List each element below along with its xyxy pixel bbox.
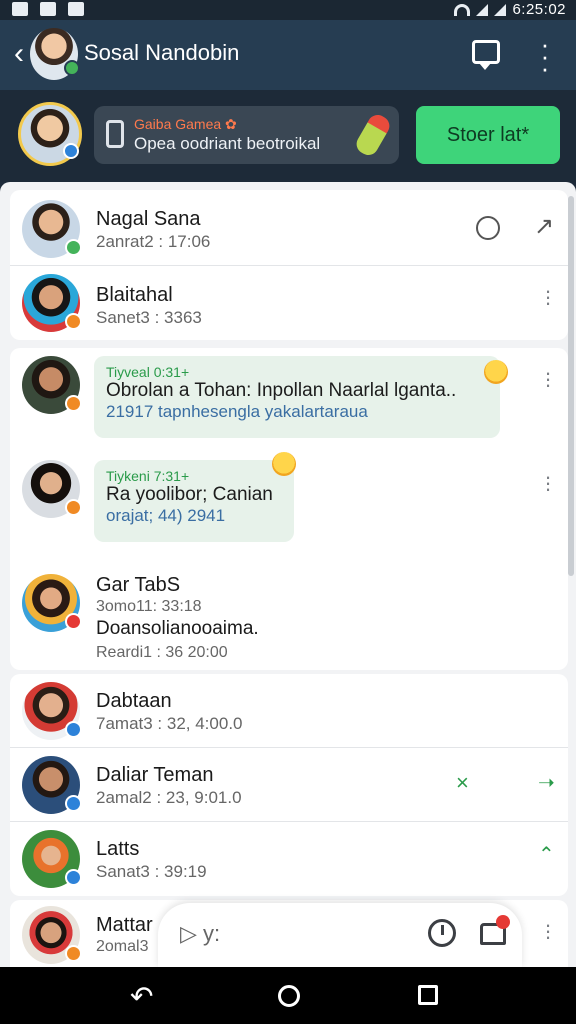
system-nav-bar: ↶	[0, 967, 576, 1024]
status-badge	[65, 313, 82, 330]
status-badge	[65, 499, 82, 516]
avatar	[22, 830, 82, 888]
row-more-icon[interactable]: · · ·	[540, 914, 556, 948]
compose-bar[interactable]: ▷ y:	[158, 903, 522, 967]
message-bubble[interactable]: Tiyveal 0:31+ Obrolan a Tohan: Inpollan …	[94, 356, 500, 438]
contact-meta: 7amat3 : 32, 4:00.0	[96, 714, 243, 733]
contact-row[interactable]: Nagal Sana 2anrat2 : 17:06 ↗	[10, 190, 568, 266]
nav-back-icon[interactable]: ↶	[130, 983, 153, 1011]
party-popper-icon	[352, 111, 394, 159]
app-notification-icon	[40, 2, 56, 16]
dismiss-icon[interactable]: ×	[456, 770, 469, 796]
avatar	[22, 906, 82, 964]
contact-row[interactable]: Dabtaan 7amat3 : 32, 4:00.0	[10, 674, 568, 748]
message-sender: Tiyveal 0:31+	[106, 364, 190, 380]
signal-icon-2	[494, 3, 507, 16]
thread-time: Reardi1 : 36 20:00	[96, 644, 228, 661]
row-more-icon[interactable]: · · ·	[540, 466, 556, 500]
contact-name: Latts	[96, 838, 140, 860]
scrollbar[interactable]	[568, 196, 574, 576]
history-icon[interactable]	[428, 919, 456, 947]
contact-name: Dabtaan	[96, 690, 172, 712]
message-bubble[interactable]: Tiykeni 7:31+ Ra yoolibor; Canian orajat…	[94, 460, 294, 542]
contacts-card: Dabtaan 7amat3 : 32, 4:00.0 Daliar Teman…	[10, 674, 568, 896]
avatar	[22, 460, 82, 518]
more-options-icon[interactable]: · · ·	[536, 31, 554, 81]
app-screen: 6:25:02 ‹ Sosal Nandobin · · · Gaiba Gamea…	[0, 0, 576, 1024]
timer-icon[interactable]	[476, 216, 500, 240]
new-message-icon[interactable]	[472, 40, 500, 70]
avatar	[22, 682, 82, 740]
contact-name: Blaitahal	[96, 284, 173, 306]
emoji-icon	[484, 360, 508, 384]
status-badge	[65, 613, 82, 630]
online-indicator	[64, 60, 80, 76]
avatar	[22, 200, 82, 258]
nav-recents-icon[interactable]	[418, 985, 438, 1005]
thread-meta: 3omo11: 33:18	[96, 598, 202, 615]
promo-card[interactable]: Gaiba Gamea ✿ Opea oodriant beotroikal	[94, 106, 399, 164]
thread-preview: Doansolianooaima.	[96, 618, 259, 639]
promo-avatar[interactable]	[18, 102, 82, 166]
forward-arrow-icon[interactable]: ➝	[538, 770, 555, 795]
start-button[interactable]: Stoer lat*	[416, 106, 560, 164]
contact-row[interactable]: Blaitahal Sanet3 : 3363 · · ·	[10, 266, 568, 340]
wifi-icon	[454, 3, 471, 16]
promo-subtitle: Opea oodriant beotroikal	[134, 134, 321, 153]
row-more-icon[interactable]: · · ·	[540, 362, 556, 396]
contact-meta: 2omal3	[96, 938, 149, 955]
contact-row[interactable]: Latts Sanat3 : 39:19 ⌃	[10, 822, 568, 896]
contact-meta: Sanet3 : 3363	[96, 308, 202, 327]
avatar	[22, 756, 82, 814]
message-sender: Tiykeni 7:31+	[106, 468, 190, 484]
status-badge	[65, 869, 82, 886]
chat-row[interactable]: Tiykeni 7:31+ Ra yoolibor; Canian orajat…	[10, 452, 568, 552]
contact-name: Mattar	[96, 914, 153, 936]
forward-arrow-icon[interactable]: ↗	[534, 212, 554, 241]
contact-meta: 2anrat2 : 17:06	[96, 232, 211, 251]
message-subtext: orajat; 44) 2941	[106, 506, 226, 525]
status-badge	[65, 395, 82, 412]
avatar	[22, 274, 82, 332]
contact-row[interactable]: Daliar Teman 2amal2 : 23, 9:01.0 × ➝	[10, 748, 568, 822]
contacts-card: Nagal Sana 2anrat2 : 17:06 ↗ Blaitahal S…	[10, 190, 568, 340]
page-title: Sosal Nandobin	[84, 40, 240, 65]
message-text: Ra yoolibor; Canian	[106, 484, 273, 505]
status-bar: 6:25:02	[0, 0, 576, 20]
chat-row[interactable]: Tiyveal 0:31+ Obrolan a Tohan: Inpollan …	[10, 348, 568, 448]
promo-kicker: Gaiba Gamea ✿	[134, 116, 237, 132]
contact-name: Daliar Teman	[96, 764, 214, 786]
avatar	[22, 574, 82, 632]
row-more-icon[interactable]: · · ·	[540, 280, 556, 314]
chat-list: Nagal Sana 2anrat2 : 17:06 ↗ Blaitahal S…	[0, 182, 576, 967]
notification-icon	[12, 2, 28, 16]
clock: 6:25:02	[512, 1, 566, 18]
status-badge	[65, 945, 82, 962]
contact-name: Nagal Sana	[96, 208, 201, 230]
phone-icon	[106, 120, 124, 148]
promo-avatar-badge	[63, 143, 79, 159]
compose-hint[interactable]: ▷ y:	[180, 921, 220, 947]
contact-meta: Sanat3 : 39:19	[96, 862, 207, 881]
avatar	[22, 356, 82, 414]
media-notification-icon	[68, 2, 84, 16]
notification-badge	[496, 915, 510, 929]
message-subtext: 21917 tapnhesengla yakalartaraua	[106, 402, 368, 421]
contact-meta: 2amal2 : 23, 9:01.0	[96, 788, 242, 807]
status-badge	[65, 721, 82, 738]
status-badge	[65, 795, 82, 812]
thread-row[interactable]: Gar TabS 3omo11: 33:18 Doansolianooaima.…	[10, 558, 568, 670]
header-avatar[interactable]	[30, 28, 80, 80]
nav-home-icon[interactable]	[278, 985, 300, 1007]
promo-strip: Gaiba Gamea ✿ Opea oodriant beotroikal S…	[0, 90, 576, 182]
message-text: Obrolan a Tohan: Inpollan Naarlal lganta…	[106, 380, 457, 401]
chats-card: Tiyveal 0:31+ Obrolan a Tohan: Inpollan …	[10, 348, 568, 670]
signal-icon	[476, 3, 489, 16]
expand-icon[interactable]: ⌃	[538, 842, 555, 867]
app-header: ‹ Sosal Nandobin · · ·	[0, 20, 576, 90]
thread-name: Gar TabS	[96, 574, 181, 596]
emoji-icon	[272, 452, 296, 476]
status-badge	[65, 239, 82, 256]
